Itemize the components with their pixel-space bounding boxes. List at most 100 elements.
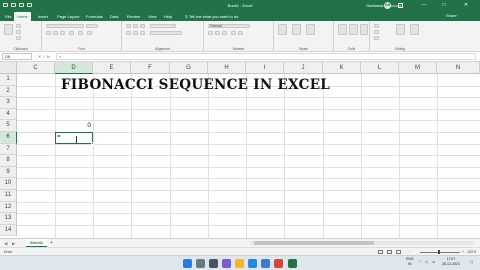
- autosum-icon[interactable]: [374, 24, 379, 28]
- sort-filter-icon[interactable]: [396, 24, 405, 35]
- store-icon[interactable]: [261, 259, 270, 268]
- row-header-6[interactable]: 6: [0, 132, 17, 144]
- avatar[interactable]: GG: [384, 2, 391, 9]
- sheet-tab-sheet1[interactable]: Sheet1: [26, 239, 48, 247]
- merge-center-button[interactable]: [150, 31, 182, 35]
- column-header-n[interactable]: N: [437, 62, 480, 74]
- tab-help[interactable]: Help: [164, 12, 172, 21]
- cell-d4[interactable]: 0: [55, 120, 93, 132]
- close-button[interactable]: ✕: [462, 2, 470, 8]
- tab-insert[interactable]: Insert: [38, 12, 48, 21]
- column-header-f[interactable]: F: [131, 62, 170, 74]
- fill-handle[interactable]: [91, 141, 94, 145]
- row-header-4[interactable]: 4: [0, 108, 17, 121]
- tab-view[interactable]: View: [148, 12, 157, 21]
- ribbon-display-options-icon[interactable]: [398, 3, 403, 8]
- widgets-icon[interactable]: [222, 259, 231, 268]
- language-indicator[interactable]: ENG IN: [406, 257, 414, 266]
- row-header-13[interactable]: 13: [0, 213, 17, 225]
- font-color-icon[interactable]: [87, 31, 92, 35]
- wrap-text-button[interactable]: [150, 24, 176, 28]
- delete-cells-icon[interactable]: [349, 24, 358, 35]
- currency-icon[interactable]: [208, 31, 213, 35]
- align-bottom-icon[interactable]: [140, 24, 145, 28]
- formula-buttons[interactable]: ✕ ✓ fx: [38, 53, 50, 60]
- column-header-g[interactable]: G: [170, 62, 208, 74]
- column-header-j[interactable]: J: [284, 62, 323, 74]
- column-header-c[interactable]: C: [17, 62, 55, 74]
- excel-icon[interactable]: [288, 259, 297, 268]
- row-header-8[interactable]: 8: [0, 155, 17, 167]
- add-sheet-button[interactable]: +: [50, 240, 53, 246]
- decrease-decimal-icon[interactable]: [238, 31, 243, 35]
- clock[interactable]: 17:07 26-12-2021: [442, 257, 460, 266]
- column-header-i[interactable]: I: [246, 62, 284, 74]
- row-header-3[interactable]: 3: [0, 97, 17, 109]
- file-explorer-icon[interactable]: [235, 259, 244, 268]
- format-painter-icon[interactable]: [16, 36, 21, 40]
- cut-icon[interactable]: [16, 24, 21, 28]
- row-header-5[interactable]: 5: [0, 120, 17, 132]
- row-header-11[interactable]: 11: [0, 190, 17, 202]
- conditional-formatting-icon[interactable]: [278, 24, 287, 35]
- tab-home[interactable]: Home: [14, 12, 31, 21]
- copy-icon[interactable]: [16, 30, 21, 34]
- tell-me-search[interactable]: ⚲ Tell me what you want to do: [185, 12, 238, 21]
- select-all-corner[interactable]: [0, 62, 17, 74]
- format-as-table-icon[interactable]: [292, 24, 301, 35]
- cell-styles-icon[interactable]: [306, 24, 315, 35]
- formula-input[interactable]: =: [56, 53, 476, 60]
- align-center-icon[interactable]: [133, 31, 138, 35]
- align-left-icon[interactable]: [126, 31, 131, 35]
- zoom-slider[interactable]: [420, 251, 460, 253]
- page-break-view-icon[interactable]: [396, 250, 401, 254]
- prev-sheet-icon[interactable]: ◀: [4, 240, 7, 247]
- borders-icon[interactable]: [69, 31, 74, 35]
- tab-data[interactable]: Data: [110, 12, 118, 21]
- column-header-e[interactable]: E: [93, 62, 131, 74]
- find-select-icon[interactable]: [410, 24, 419, 35]
- row-header-10[interactable]: 10: [0, 178, 17, 190]
- zoom-slider-knob[interactable]: [438, 250, 440, 254]
- italic-icon[interactable]: [53, 31, 58, 35]
- battery-icon[interactable]: ▭: [432, 260, 435, 265]
- clear-icon[interactable]: [374, 36, 379, 40]
- page-layout-view-icon[interactable]: [387, 250, 392, 254]
- task-view-icon[interactable]: [209, 259, 218, 268]
- search-icon[interactable]: [196, 259, 205, 268]
- align-top-icon[interactable]: [126, 24, 131, 28]
- insert-cells-icon[interactable]: [338, 24, 347, 35]
- row-header-7[interactable]: 7: [0, 143, 17, 156]
- chrome-icon[interactable]: [274, 259, 283, 268]
- scrollbar-thumb[interactable]: [254, 241, 374, 245]
- format-cells-icon[interactable]: [360, 24, 368, 35]
- align-middle-icon[interactable]: [133, 24, 138, 28]
- column-header-h[interactable]: H: [208, 62, 246, 74]
- row-header-14[interactable]: 14: [0, 224, 17, 237]
- cell-area[interactable]: FIBONACCI SEQUENCE IN EXCEL 0 1: [17, 74, 480, 238]
- tab-formulas[interactable]: Formulas: [86, 12, 103, 21]
- comma-icon[interactable]: [222, 31, 227, 35]
- name-box[interactable]: D6: [2, 53, 32, 60]
- column-header-d[interactable]: D: [55, 62, 93, 74]
- row-header-12[interactable]: 12: [0, 201, 17, 214]
- row-header-1[interactable]: 1: [0, 74, 17, 86]
- minimize-button[interactable]: —: [420, 2, 428, 8]
- column-header-m[interactable]: M: [399, 62, 437, 74]
- horizontal-scrollbar[interactable]: [250, 241, 474, 245]
- start-icon[interactable]: [183, 259, 192, 268]
- underline-icon[interactable]: [60, 31, 65, 35]
- maximize-button[interactable]: □: [440, 2, 448, 8]
- bold-icon[interactable]: [46, 31, 51, 35]
- edge-icon[interactable]: [248, 259, 257, 268]
- font-size-select[interactable]: [86, 24, 98, 28]
- paste-icon[interactable]: [4, 24, 13, 35]
- column-header-k[interactable]: K: [323, 62, 361, 74]
- increase-decimal-icon[interactable]: [231, 31, 236, 35]
- tab-page-layout[interactable]: Page Layout: [57, 12, 79, 21]
- fill-color-icon[interactable]: [78, 31, 83, 35]
- normal-view-icon[interactable]: [378, 250, 383, 254]
- percent-icon[interactable]: [215, 31, 220, 35]
- font-name-select[interactable]: [46, 24, 84, 28]
- share-button[interactable]: Share: [440, 12, 457, 20]
